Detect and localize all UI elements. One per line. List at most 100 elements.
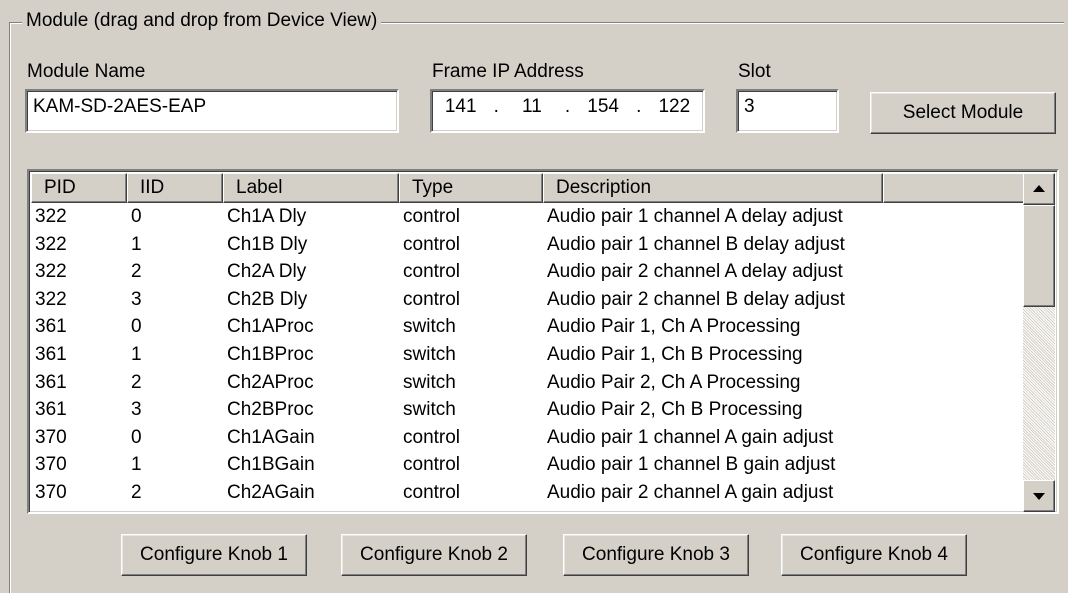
- cell-type: switch: [403, 343, 456, 365]
- table-row[interactable]: 370 2 Ch2AGain control Audio pair 2 channel …: [31, 479, 1027, 507]
- cell-type: switch: [403, 316, 456, 338]
- cell-type: control: [403, 233, 461, 255]
- cell-label: Ch2AGain: [227, 481, 315, 503]
- slot-field[interactable]: 3: [736, 89, 839, 133]
- cell-description: Audio pair 1 channel A delay adjust: [547, 206, 843, 227]
- cell-iid: 0: [131, 316, 142, 338]
- column-header-iid[interactable]: IID: [127, 173, 223, 203]
- module-name-value: KAM-SD-2AES-EAP: [33, 96, 207, 117]
- parameter-list[interactable]: PID IID Label Type Description 322 0 Ch1A …: [27, 169, 1059, 514]
- ip-dot: .: [636, 96, 642, 117]
- select-module-button[interactable]: Select Module: [870, 92, 1056, 134]
- vertical-scrollbar[interactable]: [1023, 173, 1055, 512]
- cell-description: Audio Pair 1, Ch B Processing: [547, 343, 803, 365]
- cell-label: Ch1A Dly: [227, 206, 307, 227]
- cell-description: Audio pair 2 channel A gain adjust: [547, 481, 834, 503]
- cell-pid: 361: [35, 316, 67, 338]
- ip-octet-3: 154: [587, 96, 619, 117]
- table-row[interactable]: 322 2 Ch2A Dly control Audio pair 2 channel …: [31, 258, 1027, 286]
- cell-pid: 361: [35, 371, 67, 393]
- cell-label: Ch2A Dly: [227, 261, 307, 283]
- table-row[interactable]: 361 2 Ch2AProc switch Audio Pair 2, Ch A Pro…: [31, 369, 1027, 397]
- cell-type: control: [403, 481, 461, 503]
- cell-iid: 1: [131, 233, 142, 255]
- table-row[interactable]: 361 3 Ch2BProc switch Audio Pair 2, Ch B Pro…: [31, 396, 1027, 424]
- cell-description: Audio Pair 2, Ch B Processing: [547, 399, 803, 421]
- frame-ip-field[interactable]: 141 . 11 . 154 . 122: [430, 89, 705, 133]
- table-row[interactable]: 361 0 Ch1AProc switch Audio Pair 1, Ch A Pro…: [31, 313, 1027, 341]
- cell-iid: 3: [127, 507, 223, 512]
- cell-pid: 370: [35, 454, 67, 476]
- table-row[interactable]: 361 1 Ch1BProc switch Audio Pair 1, Ch B Pro…: [31, 341, 1027, 369]
- scroll-down-button[interactable]: [1023, 480, 1055, 512]
- cell-iid: 2: [131, 481, 142, 503]
- cell-label: Ch2AProc: [227, 371, 314, 393]
- cell-type: control: [403, 261, 461, 283]
- list-rows: 322 0 Ch1A Dly control Audio pair 1 channel …: [31, 203, 1027, 512]
- table-row[interactable]: 322 3 Ch2B Dly control Audio pair 2 channel …: [31, 286, 1027, 314]
- frame-ip-label: Frame IP Address: [432, 61, 584, 82]
- ip-octet-1: 141: [444, 96, 477, 117]
- column-header-type[interactable]: Type: [399, 173, 543, 203]
- cell-label: Ch2B Dly: [227, 288, 308, 310]
- cell-type: switch: [403, 371, 456, 393]
- table-row[interactable]: 370 1 Ch1BGain control Audio pair 1 channel …: [31, 451, 1027, 479]
- table-row[interactable]: 322 1 Ch1B Dly control Audio pair 1 channel …: [31, 231, 1027, 259]
- column-header-description[interactable]: Description: [543, 173, 883, 203]
- arrow-down-icon: [1033, 493, 1045, 500]
- slot-value: 3: [744, 96, 755, 117]
- cell-label: Ch2BProc: [227, 399, 314, 421]
- configure-knob-3-button[interactable]: Configure Knob 3: [563, 534, 749, 576]
- cell-label: Ch1AProc: [227, 316, 314, 338]
- list-header: PID IID Label Type Description: [31, 173, 1055, 203]
- cell-type: control: [403, 288, 461, 310]
- cell-iid: 2: [131, 261, 142, 283]
- cell-iid: 0: [131, 426, 142, 448]
- cell-iid: 0: [131, 206, 142, 227]
- table-row[interactable]: 370 0 Ch1AGain control Audio pair 1 channel …: [31, 424, 1027, 452]
- cell-iid: 2: [131, 371, 142, 393]
- cell-pid: 370: [31, 507, 127, 512]
- groupbox-title: Module (drag and drop from Device View): [22, 9, 382, 33]
- cell-pid: 370: [35, 481, 67, 503]
- cell-label: Ch2BGain: [223, 507, 399, 512]
- cell-description: Audio pair 1 channel B gain adjust: [547, 454, 836, 476]
- configure-knob-4-button[interactable]: Configure Knob 4: [781, 534, 967, 576]
- scroll-up-button[interactable]: [1023, 173, 1055, 205]
- configure-knob-2-button[interactable]: Configure Knob 2: [341, 534, 527, 576]
- cell-description: Audio Pair 1, Ch A Processing: [547, 316, 801, 338]
- cell-type: control: [403, 426, 461, 448]
- scroll-thumb[interactable]: [1023, 205, 1055, 307]
- cell-description: Audio pair 1 channel B delay adjust: [547, 233, 845, 255]
- cell-type: control: [399, 507, 543, 512]
- cell-description: Audio pair 2 channel A delay adjust: [547, 261, 843, 283]
- module-name-field[interactable]: KAM-SD-2AES-EAP: [25, 89, 399, 133]
- column-header-pid[interactable]: PID: [31, 173, 127, 203]
- cell-pid: 322: [35, 261, 67, 283]
- cell-label: Ch1BProc: [227, 343, 314, 365]
- cell-label: Ch1B Dly: [227, 233, 308, 255]
- cell-pid: 322: [35, 233, 67, 255]
- arrow-up-icon: [1033, 185, 1045, 192]
- configure-knob-1-button[interactable]: Configure Knob 1: [121, 534, 307, 576]
- ip-octet-2: 11: [522, 96, 542, 117]
- cell-pid: 322: [35, 288, 67, 310]
- table-row[interactable]: 3703Ch2BGaincontrolAudio pair 2 channel …: [31, 507, 1027, 512]
- cell-pid: 370: [35, 426, 67, 448]
- cell-type: control: [403, 454, 461, 476]
- cell-description: Audio pair 2 channel B delay adjust: [547, 288, 845, 310]
- ip-octet-4: 122: [658, 96, 691, 117]
- cell-iid: 1: [131, 454, 142, 476]
- ip-dot: .: [493, 96, 499, 117]
- column-header-label[interactable]: Label: [223, 173, 399, 203]
- cell-pid: 322: [35, 206, 67, 227]
- column-header-blank[interactable]: [883, 173, 1027, 203]
- cell-pid: 361: [35, 343, 67, 365]
- cell-label: Ch1AGain: [227, 426, 315, 448]
- cell-description: Audio pair 1 channel A gain adjust: [547, 426, 834, 448]
- module-name-label: Module Name: [27, 61, 146, 82]
- cell-type: switch: [403, 399, 456, 421]
- cell-description: Audio pair 2 channel B gain adjust: [543, 507, 1027, 512]
- table-row[interactable]: 322 0 Ch1A Dly control Audio pair 1 channel …: [31, 203, 1027, 231]
- cell-iid: 1: [131, 343, 142, 365]
